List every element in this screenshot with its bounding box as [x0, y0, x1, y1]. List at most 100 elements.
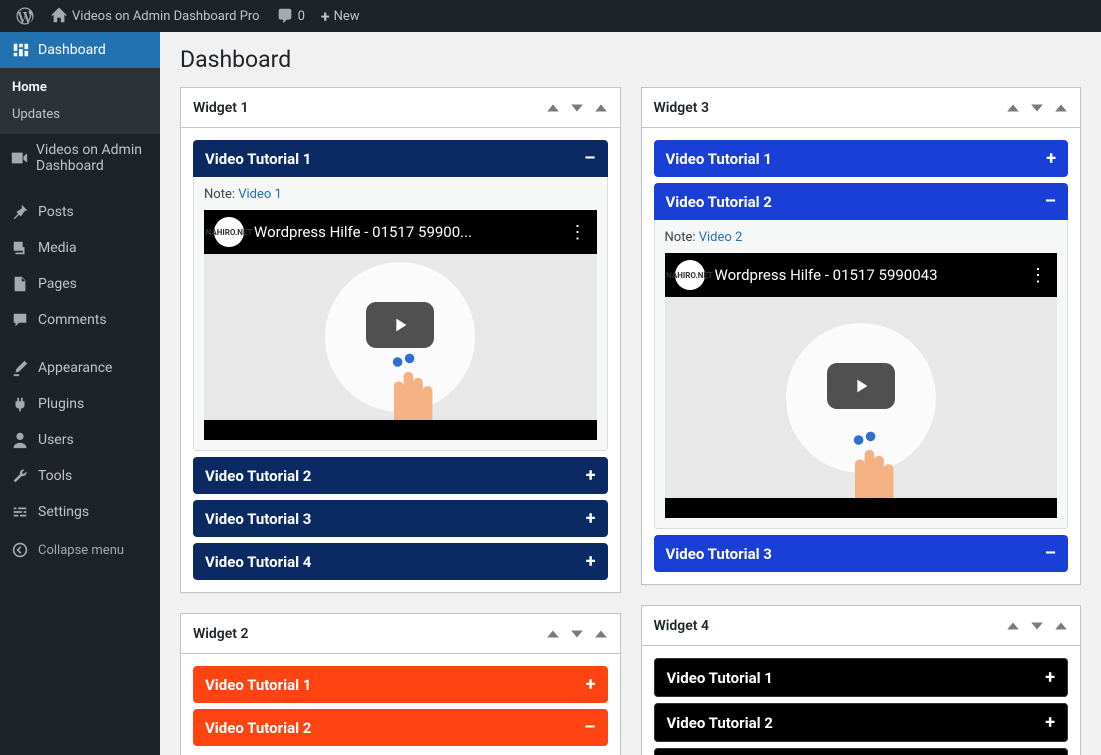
- kebab-icon[interactable]: ⋮: [1029, 265, 1047, 286]
- expand-sign: +: [1045, 712, 1055, 733]
- video-note: Note: Video 1: [204, 187, 597, 202]
- collapse-icon: [10, 540, 30, 560]
- accordion-item: Video Tutorial 2 –: [193, 709, 608, 746]
- brush-icon: [10, 358, 30, 378]
- accordion-header[interactable]: Video Tutorial 2 +: [654, 703, 1069, 742]
- menu-plugins[interactable]: Plugins: [0, 386, 160, 422]
- play-button[interactable]: [366, 302, 434, 348]
- move-down-icon[interactable]: [570, 627, 584, 641]
- move-up-icon[interactable]: [546, 101, 560, 115]
- menu-media[interactable]: Media: [0, 230, 160, 266]
- menu-tools[interactable]: Tools: [0, 458, 160, 494]
- comment-icon: [276, 7, 294, 25]
- home-icon: [50, 7, 68, 25]
- menu-label: Settings: [38, 504, 89, 520]
- collapse-label: Collapse menu: [38, 543, 124, 558]
- dashboard-icon: [10, 40, 30, 60]
- site-home-link[interactable]: Videos on Admin Dashboard Pro: [42, 0, 268, 32]
- accordion-item: Video Tutorial 4 +: [193, 543, 608, 580]
- menu-pages[interactable]: Pages: [0, 266, 160, 302]
- new-label: New: [334, 9, 360, 24]
- play-button[interactable]: [827, 363, 895, 409]
- video-title: Wordpress Hilfe - 01517 59900...: [254, 223, 559, 241]
- user-icon: [10, 430, 30, 450]
- accordion-header[interactable]: Video Tutorial 4 +: [193, 543, 608, 580]
- move-down-icon[interactable]: [1030, 619, 1044, 633]
- widget-title: Widget 2: [193, 626, 546, 642]
- widget-2: Widget 2 Video Tutorial 1: [180, 613, 621, 755]
- kebab-icon[interactable]: ⋮: [569, 222, 587, 243]
- widget-header: Widget 1: [181, 88, 620, 128]
- collapse-sign: –: [1045, 543, 1056, 564]
- menu-users[interactable]: Users: [0, 422, 160, 458]
- note-link[interactable]: Video 2: [699, 230, 743, 245]
- menu-label: Dashboard: [38, 42, 106, 58]
- toggle-icon[interactable]: [1054, 101, 1068, 115]
- accordion-header[interactable]: Video Tutorial 1 +: [654, 658, 1069, 697]
- collapse-sign: –: [584, 148, 595, 169]
- sliders-icon: [10, 502, 30, 522]
- admin-bar: Videos on Admin Dashboard Pro 0 + New: [0, 0, 1101, 32]
- menu-appearance[interactable]: Appearance: [0, 350, 160, 386]
- accordion-item: Video Tutorial 2 +: [654, 703, 1069, 742]
- site-title: Videos on Admin Dashboard Pro: [68, 9, 260, 24]
- expand-sign: +: [586, 674, 596, 695]
- menu-settings[interactable]: Settings: [0, 494, 160, 530]
- video-note: Note: Video 2: [665, 230, 1058, 245]
- accordion-item: Video Tutorial 3 +: [193, 500, 608, 537]
- channel-avatar: NAHIRO.NET: [675, 260, 705, 290]
- accordion-item: Video Tutorial 1 +: [193, 666, 608, 703]
- note-link[interactable]: Video 1: [238, 187, 282, 202]
- video-embed[interactable]: NAHIRO.NET Wordpress Hilfe - 01517 59900…: [204, 210, 597, 440]
- widget-title: Widget 4: [654, 618, 1007, 634]
- accordion-header[interactable]: Video Tutorial 3 –: [654, 535, 1069, 572]
- toggle-icon[interactable]: [594, 101, 608, 115]
- accordion-header[interactable]: Video Tutorial 1 –: [193, 140, 608, 177]
- new-content[interactable]: + New: [313, 0, 368, 32]
- video-title: Wordpress Hilfe - 01517 5990043: [715, 266, 1020, 284]
- move-down-icon[interactable]: [570, 101, 584, 115]
- widget-header: Widget 4: [642, 606, 1081, 646]
- video-embed[interactable]: NAHIRO.NET Wordpress Hilfe - 01517 59900…: [665, 253, 1058, 518]
- move-up-icon[interactable]: [1006, 101, 1020, 115]
- accordion-header[interactable]: Video Tutorial 2 –: [193, 709, 608, 746]
- toggle-icon[interactable]: [1054, 619, 1068, 633]
- channel-avatar: NAHIRO.NET: [214, 217, 244, 247]
- move-up-icon[interactable]: [546, 627, 560, 641]
- submenu-updates[interactable]: Updates: [0, 101, 160, 128]
- comments-count: 0: [298, 9, 305, 24]
- submenu-home[interactable]: Home: [0, 74, 160, 101]
- accordion-header[interactable]: Video Tutorial 1 +: [193, 666, 608, 703]
- expand-sign: +: [1045, 667, 1055, 688]
- accordion-header[interactable]: Video Tutorial 3 +: [193, 500, 608, 537]
- menu-videos-plugin[interactable]: Videos on Admin Dashboard: [0, 134, 160, 182]
- accordion-label: Video Tutorial 1: [205, 676, 311, 694]
- expand-sign: +: [586, 551, 596, 572]
- accordion-header[interactable]: Video Tutorial 1 +: [654, 140, 1069, 177]
- dashboard-content: Dashboard Widget 1: [160, 32, 1101, 755]
- accordion-item: Video Tutorial 2 +: [193, 457, 608, 494]
- menu-comments[interactable]: Comments: [0, 302, 160, 338]
- wp-logo[interactable]: [8, 0, 42, 32]
- widget-4: Widget 4 Video Tutorial 1: [641, 605, 1082, 755]
- widget-1: Widget 1 Video Tutorial 1: [180, 87, 621, 593]
- accordion-header[interactable]: Video Tutorial 2 +: [193, 457, 608, 494]
- menu-label: Videos on Admin Dashboard: [36, 142, 152, 174]
- move-up-icon[interactable]: [1006, 619, 1020, 633]
- collapse-sign: –: [584, 717, 595, 738]
- menu-posts[interactable]: Posts: [0, 194, 160, 230]
- comments-bubble[interactable]: 0: [268, 0, 313, 32]
- accordion-label: Video Tutorial 4: [205, 553, 311, 571]
- accordion-label: Video Tutorial 2: [667, 714, 773, 732]
- accordion-header[interactable]: Video Tutorial 2 –: [654, 183, 1069, 220]
- collapse-sign: –: [1045, 191, 1056, 212]
- menu-label: Plugins: [38, 396, 84, 412]
- expand-sign: +: [1046, 148, 1056, 169]
- collapse-menu[interactable]: Collapse menu: [0, 530, 160, 570]
- move-down-icon[interactable]: [1030, 101, 1044, 115]
- page-title: Dashboard: [180, 46, 1081, 73]
- menu-dashboard[interactable]: Dashboard: [0, 32, 160, 68]
- toggle-icon[interactable]: [594, 627, 608, 641]
- accordion-label: Video Tutorial 1: [205, 150, 311, 168]
- accordion-header[interactable]: Video Tutorial 3 +: [654, 748, 1069, 755]
